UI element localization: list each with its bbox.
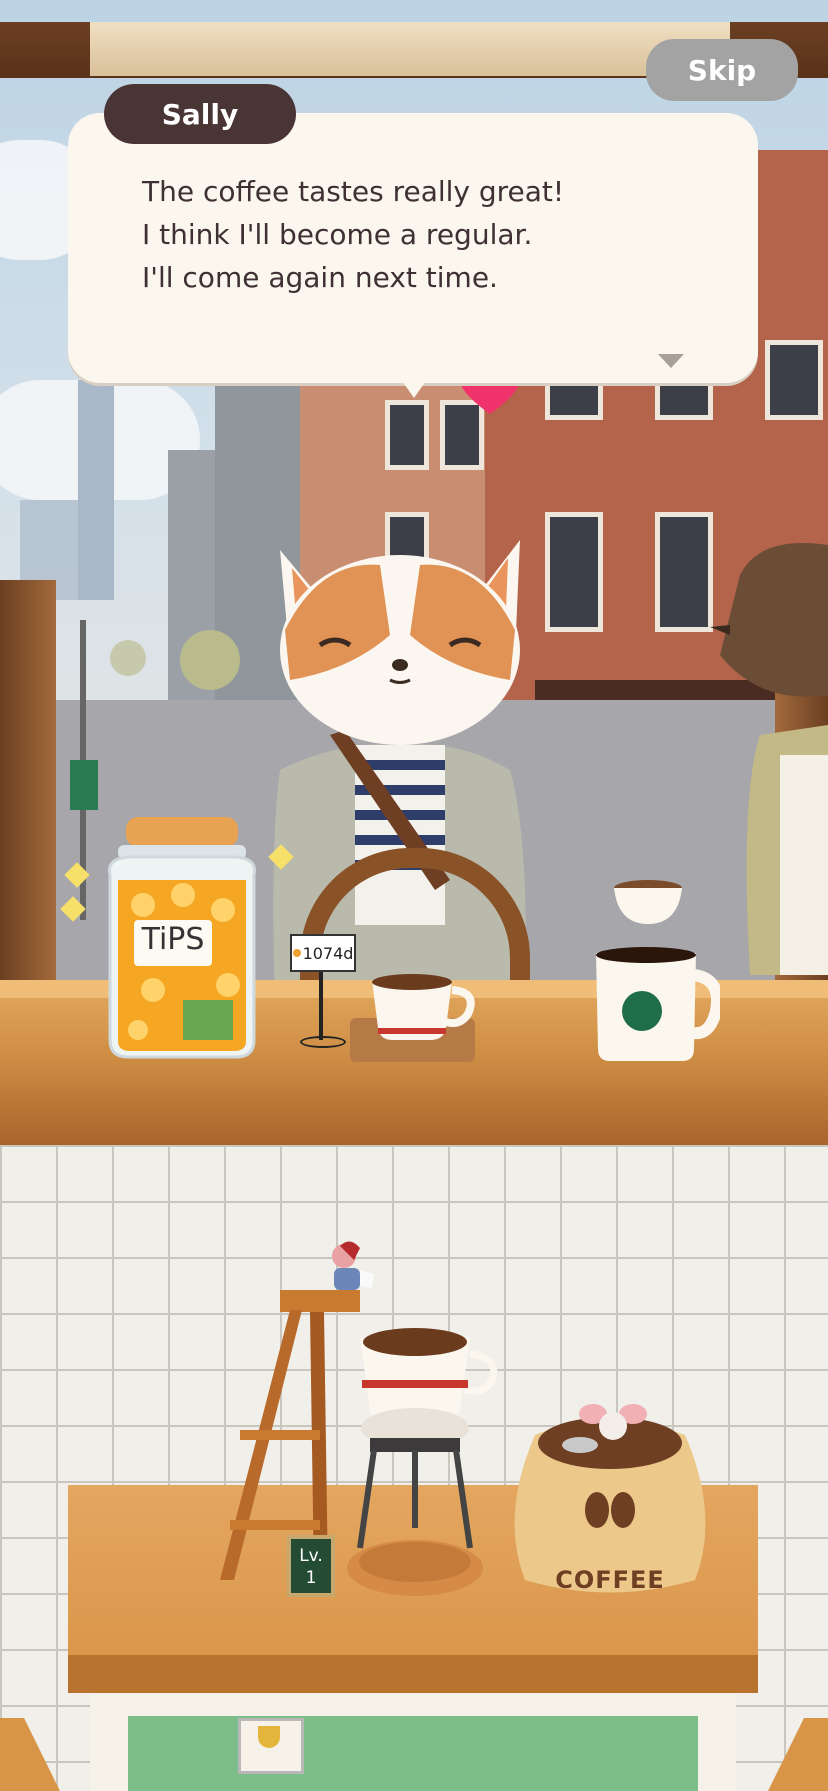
sack-label: COFFEE (555, 1566, 665, 1594)
sack-mouse (579, 1404, 647, 1440)
dialog-line: I'll come again next time. (142, 261, 498, 294)
coffee-dripper[interactable] (340, 1318, 500, 1608)
dialog-line: I think I'll become a regular. (142, 218, 533, 251)
coffee-mug[interactable] (590, 945, 720, 1065)
bear-customer (710, 543, 828, 975)
barista-mouse[interactable] (320, 1238, 382, 1300)
dialog-text: The coffee tastes really great! I think … (142, 170, 642, 299)
trophy-icon (258, 1726, 280, 1748)
coin-icon (292, 949, 301, 957)
tip-amount-tag[interactable]: 1074d (290, 934, 356, 972)
level-badge[interactable]: Lv. 1 (287, 1535, 335, 1597)
speaker-name: Sally (161, 97, 239, 131)
served-coffee-cup[interactable] (368, 972, 480, 1044)
next-arrow-icon[interactable] (658, 354, 684, 368)
teacup-held (614, 880, 682, 924)
tips-jar-label: TiPS (141, 922, 205, 957)
workbench-window (128, 1716, 698, 1791)
speaker-name-tag: Sally (104, 84, 296, 144)
dialog-line: The coffee tastes really great! (142, 175, 565, 208)
tag-stand-base (300, 1036, 346, 1048)
tag-stand (319, 966, 323, 1040)
workbench-edge (68, 1655, 758, 1693)
tip-amount: 1074d (302, 943, 354, 963)
level-value: 1 (305, 1568, 317, 1588)
level-label: Lv. (299, 1546, 323, 1566)
window-blind (90, 22, 730, 76)
dialog-tail (400, 378, 428, 398)
street-sign-icon (70, 760, 98, 810)
skip-button[interactable]: Skip (646, 39, 798, 101)
